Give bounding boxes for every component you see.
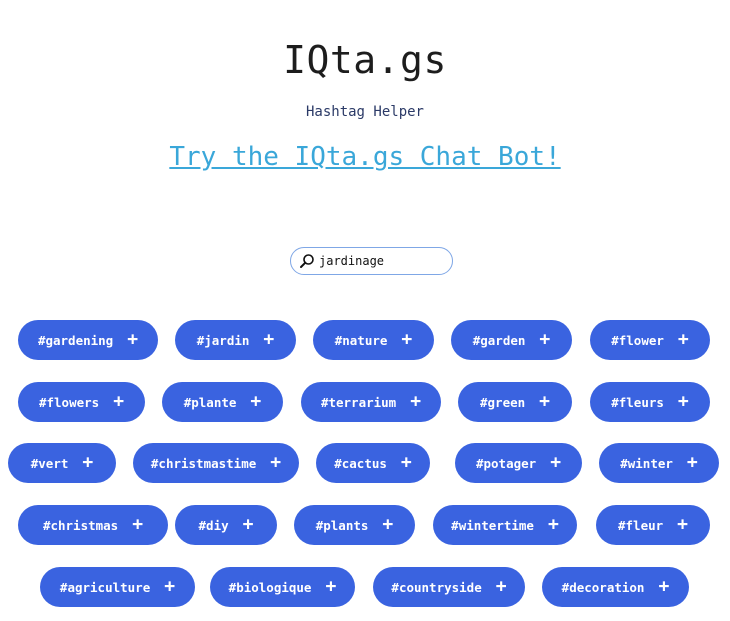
hashtag-button[interactable]: #fleur +	[596, 505, 710, 545]
plus-icon[interactable]: +	[496, 578, 507, 596]
hashtag-button[interactable]: #nature +	[313, 320, 434, 360]
plus-icon[interactable]: +	[539, 331, 550, 349]
hashtag-label: #potager	[475, 455, 537, 471]
hashtag-label: #garden	[472, 332, 526, 348]
plus-icon[interactable]: +	[243, 516, 254, 534]
hashtag-button[interactable]: #potager +	[455, 443, 582, 483]
hashtag-label: #gardening	[37, 332, 114, 348]
plus-icon[interactable]: +	[658, 578, 669, 596]
hashtag-button[interactable]: #wintertime +	[433, 505, 577, 545]
hashtag-label: #nature	[334, 332, 388, 348]
chatbot-link[interactable]: Try the IQta.gs Chat Bot!	[0, 142, 730, 172]
hashtag-label: #flower	[611, 332, 664, 348]
search-box[interactable]	[290, 247, 453, 275]
plus-icon[interactable]: +	[401, 454, 412, 472]
hashtag-label: #biologique	[228, 579, 312, 595]
plus-icon[interactable]: +	[539, 393, 550, 411]
plus-icon[interactable]: +	[410, 393, 421, 411]
plus-icon[interactable]: +	[82, 454, 93, 472]
hashtag-button[interactable]: #decoration +	[542, 567, 689, 607]
hashtag-button[interactable]: #plante +	[162, 382, 283, 422]
hashtag-list: #gardening + #jardin + #nature + #garden + #flow…	[0, 0, 730, 621]
hashtag-button[interactable]: #agriculture +	[40, 567, 195, 607]
hashtag-button[interactable]: #winter +	[599, 443, 719, 483]
hashtag-button[interactable]: #gardening +	[18, 320, 158, 360]
hashtag-button[interactable]: #flower +	[590, 320, 710, 360]
plus-icon[interactable]: +	[687, 454, 698, 472]
hashtag-label: #christmas	[42, 517, 119, 533]
hashtag-label: #fleur	[618, 517, 664, 533]
hashtag-label: #vert	[30, 455, 69, 471]
hashtag-button[interactable]: #countryside +	[373, 567, 525, 607]
hashtag-button[interactable]: #terrarium +	[301, 382, 441, 422]
plus-icon[interactable]: +	[113, 393, 124, 411]
hashtag-label: #christmastime	[150, 455, 257, 471]
plus-icon[interactable]: +	[263, 331, 274, 349]
plus-icon[interactable]: +	[164, 578, 175, 596]
hashtag-button[interactable]: #christmastime +	[133, 443, 299, 483]
hashtag-label: #green	[480, 394, 526, 410]
hashtag-button[interactable]: #flowers +	[18, 382, 145, 422]
plus-icon[interactable]: +	[382, 516, 393, 534]
hashtag-label: #plants	[315, 517, 369, 533]
hashtag-label: #agriculture	[59, 579, 151, 595]
hashtag-button[interactable]: #biologique +	[210, 567, 355, 607]
search-input[interactable]	[319, 254, 439, 268]
plus-icon[interactable]: +	[548, 516, 559, 534]
plus-icon[interactable]: +	[550, 454, 561, 472]
hashtag-button[interactable]: #jardin +	[175, 320, 296, 360]
hashtag-button[interactable]: #garden +	[451, 320, 572, 360]
hashtag-label: #flowers	[38, 394, 100, 410]
hashtag-label: #plante	[183, 394, 237, 410]
plus-icon[interactable]: +	[678, 393, 689, 411]
hashtag-button[interactable]: #vert +	[8, 443, 116, 483]
hashtag-button[interactable]: #plants +	[294, 505, 415, 545]
app-title: IQta.gs	[283, 38, 447, 82]
plus-icon[interactable]: +	[132, 516, 143, 534]
hashtag-label: #cactus	[334, 455, 387, 471]
hashtag-label: #wintertime	[451, 517, 534, 533]
hashtag-label: #decoration	[561, 579, 645, 595]
hashtag-label: #countryside	[391, 579, 482, 595]
search-icon	[299, 253, 315, 269]
hashtag-button[interactable]: #christmas +	[18, 505, 168, 545]
hashtag-button[interactable]: #fleurs +	[590, 382, 710, 422]
plus-icon[interactable]: +	[250, 393, 261, 411]
hashtag-label: #terrarium	[320, 394, 397, 410]
hashtag-label: #fleurs	[611, 394, 664, 410]
hashtag-label: #winter	[620, 455, 673, 471]
hashtag-button[interactable]: #green +	[458, 382, 572, 422]
app-subtitle: Hashtag Helper	[305, 104, 424, 120]
hashtag-label: #diy	[198, 517, 229, 533]
plus-icon[interactable]: +	[677, 516, 688, 534]
plus-icon[interactable]: +	[127, 331, 138, 349]
plus-icon[interactable]: +	[678, 331, 689, 349]
plus-icon[interactable]: +	[270, 454, 281, 472]
plus-icon[interactable]: +	[401, 331, 412, 349]
hashtag-button[interactable]: #diy +	[175, 505, 277, 545]
hashtag-button[interactable]: #cactus +	[316, 443, 430, 483]
hashtag-label: #jardin	[196, 332, 250, 348]
plus-icon[interactable]: +	[325, 578, 336, 596]
